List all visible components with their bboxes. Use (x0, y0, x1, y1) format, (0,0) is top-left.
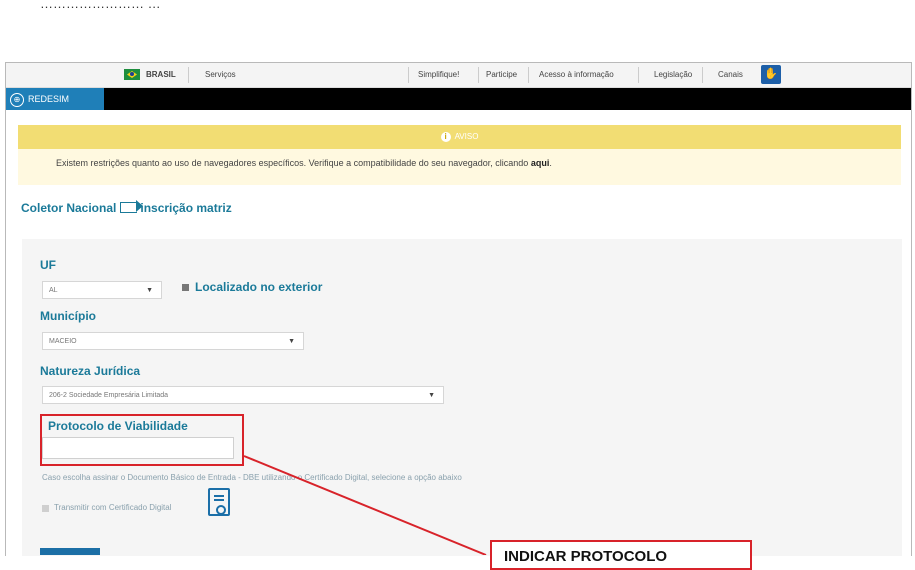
annotation-arrow (243, 455, 487, 555)
callout-box: INDICAR PROTOCOLO (490, 540, 752, 570)
annotation-arrow-line (243, 455, 487, 555)
